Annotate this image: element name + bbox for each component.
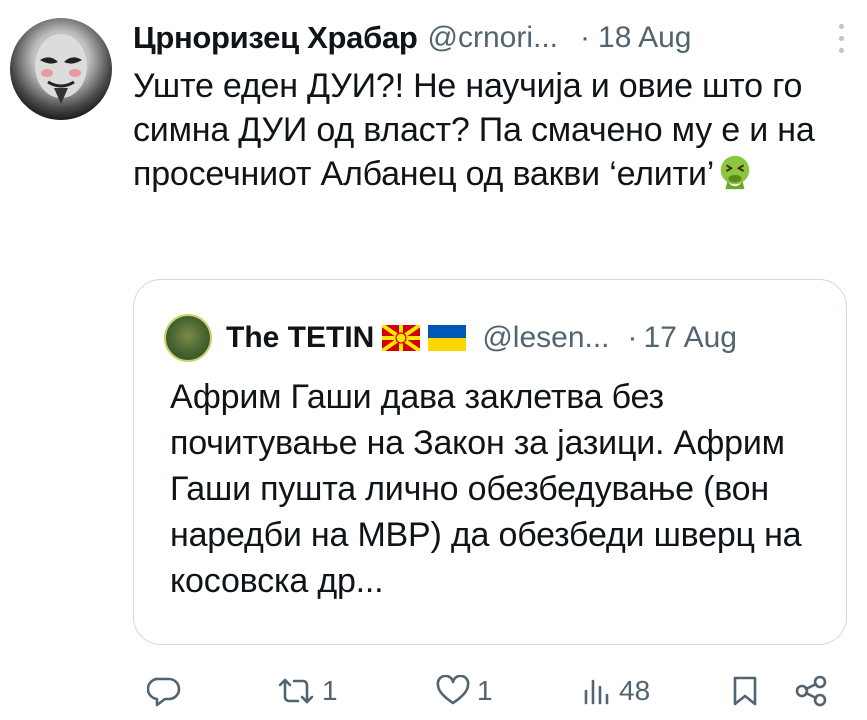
views-chart-icon — [584, 679, 609, 705]
tweet-date[interactable]: 18 Aug — [598, 21, 691, 55]
tweet-text-content: Уште еден ДУИ?! Не научија и овие што го… — [133, 67, 815, 193]
views-button[interactable]: 48 — [581, 666, 650, 716]
bookmark-button[interactable] — [731, 666, 759, 716]
views-count: 48 — [619, 675, 651, 706]
quoted-tweet-text: Африм Гаши дава заклетва без почитување … — [170, 378, 802, 600]
separator-dot: · — [580, 21, 591, 54]
reply-button[interactable] — [147, 666, 187, 716]
like-count: 1 — [477, 675, 493, 706]
author-handle[interactable]: @crnori... — [428, 21, 558, 55]
tweet-header: Црноризец Храбар @crnori... · 18 Aug — [133, 16, 847, 60]
quoted-author-name[interactable]: The TETIN — [226, 321, 374, 355]
heart-icon — [436, 675, 470, 705]
author-name[interactable]: Црноризец Храбар — [133, 20, 418, 56]
avatar[interactable] — [10, 18, 112, 120]
quoted-tweet-date[interactable]: 17 Aug — [644, 321, 737, 355]
quoted-tweet-card[interactable]: The TETIN @lesen... · 17 Aug Африм Гаши … — [133, 279, 847, 645]
more-options-icon[interactable] — [835, 20, 847, 56]
quoted-separator-dot: · — [627, 321, 638, 354]
quoted-avatar[interactable] — [164, 314, 212, 362]
north-macedonia-flag-icon — [382, 325, 421, 351]
retweet-count: 1 — [322, 675, 338, 706]
vomiting-face-emoji-icon — [720, 155, 750, 190]
retweet-icon — [278, 678, 314, 704]
reply-icon — [147, 677, 181, 707]
like-button[interactable]: 1 — [435, 666, 493, 716]
action-bar: 1 1 48 — [133, 666, 847, 716]
quoted-tweet-header: The TETIN @lesen... · 17 Aug — [226, 312, 822, 364]
share-icon — [795, 675, 827, 707]
quoted-author-handle[interactable]: @lesen... — [482, 321, 609, 355]
tweet-text: Уште еден ДУИ?! Не научија и овие што го… — [133, 64, 843, 196]
share-button[interactable] — [793, 666, 829, 716]
mask-avatar-image — [35, 34, 87, 104]
retweet-button[interactable]: 1 — [276, 666, 338, 716]
bookmark-icon — [733, 676, 757, 706]
ukraine-flag-icon — [428, 325, 467, 351]
